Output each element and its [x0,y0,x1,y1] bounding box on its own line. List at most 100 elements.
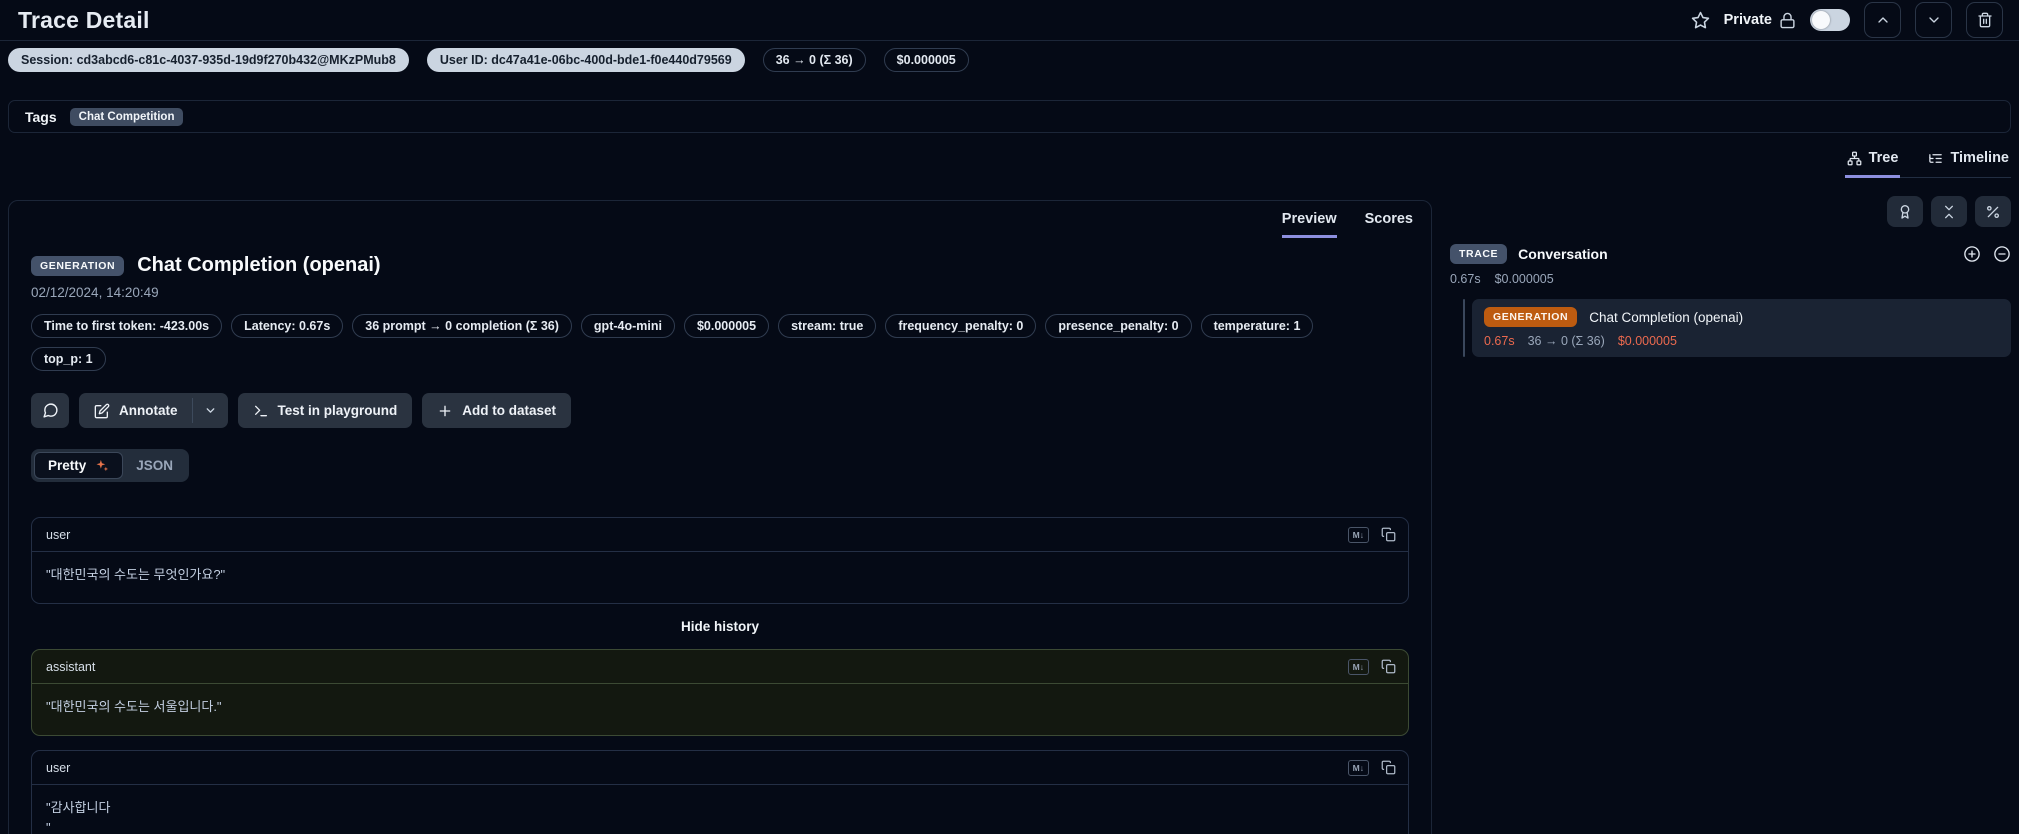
observation-timestamp: 02/12/2024, 14:20:49 [31,285,159,300]
token-usage-badge: 36 → 0 (Σ 36) [762,48,866,72]
privacy-label: Private [1723,12,1772,28]
generation-node-badge: GENERATION [1484,307,1578,327]
add-to-dataset-button[interactable]: Add to dataset [422,393,572,428]
annotate-dropdown-button[interactable] [193,393,228,428]
generation-node-card[interactable]: GENERATION Chat Completion (openai) 0.67… [1472,299,2011,357]
metric-stream: stream: true [778,314,877,338]
sparkles-icon [94,458,109,473]
trash-icon [1977,12,1993,28]
cost-badge: $0.000005 [883,48,969,72]
fold-vertical-icon [1941,204,1957,220]
message-header: user M↓ [32,751,1408,786]
tag-chat-competition[interactable]: Chat Competition [69,107,184,126]
observation-panel: Preview Scores GENERATION Chat Completio… [8,200,1432,834]
trace-meta-row: Session: cd3abcd6-c81c-4037-935d-19d9f27… [8,48,969,72]
message-content: "감사합니다 " [46,800,111,834]
trace-tree-sidebar: TRACE Conversation 0.67s $0.000005 GENER… [1450,196,2011,357]
percent-icon [1985,204,2001,220]
delete-trace-button[interactable] [1966,2,2003,38]
award-icon [1897,204,1913,220]
copy-icon[interactable] [1381,760,1396,775]
session-badge[interactable]: Session: cd3abcd6-c81c-4037-935d-19d9f27… [8,48,409,72]
trace-type-badge: TRACE [1450,244,1508,264]
tree-connector-line [1463,299,1465,357]
message-role: user [46,760,71,775]
plus-icon [437,403,453,419]
message-tools: M↓ [1347,526,1396,543]
tab-preview[interactable]: Preview [1281,211,1337,238]
node-stats-row: 0.67s 36 → 0 (Σ 36) $0.000005 [1484,334,1999,348]
message-role: assistant [46,659,96,674]
copy-icon[interactable] [1381,527,1396,542]
star-icon[interactable] [1691,11,1710,30]
tags-row: Tags Chat Competition [8,100,2011,133]
pretty-view-button[interactable]: Pretty [34,452,124,479]
message-box-user-2: user M↓ "감사합니다 " [31,750,1409,834]
timeline-icon [1928,151,1943,166]
annotate-split-button: Annotate [79,393,228,428]
markdown-toggle-icon[interactable]: M↓ [1347,658,1369,675]
metric-temperature: temperature: 1 [1200,314,1314,338]
comments-button[interactable] [31,393,69,428]
user-id-badge[interactable]: User ID: dc47a41e-06bc-400d-bde1-f0e440d… [426,48,745,72]
chevron-down-icon [204,404,217,417]
collapse-all-icon[interactable] [1993,245,2011,263]
message-role: user [46,527,71,542]
messages-list: user M↓ "대한민국의 수도는 무엇인가요?" Hide history … [31,517,1409,834]
metrics-toggle-button[interactable] [1975,196,2011,227]
toggle-knob [1812,11,1830,29]
annotate-button[interactable]: Annotate [79,393,192,428]
json-view-button[interactable]: JSON [123,453,186,478]
trace-row-tools [1963,245,2011,263]
privacy-toggle[interactable] [1810,9,1850,31]
message-box-assistant: assistant M↓ "대한민국의 수도는 서울입니다." [31,649,1409,737]
collapse-nodes-button[interactable] [1931,196,1967,227]
trace-latency: 0.67s [1450,272,1481,286]
annotate-label: Annotate [119,403,178,418]
terminal-icon [253,403,269,419]
markdown-toggle-icon[interactable]: M↓ [1347,526,1369,543]
tab-tree-label: Tree [1868,150,1899,166]
pretty-label: Pretty [48,458,87,473]
tab-scores[interactable]: Scores [1365,211,1413,238]
copy-icon[interactable] [1381,659,1396,674]
metric-model[interactable]: gpt-4o-mini [580,314,675,338]
tab-tree[interactable]: Tree [1844,146,1901,178]
tree-icon [1847,151,1862,166]
next-trace-button[interactable] [1915,2,1952,38]
metric-badges-row-2: top_p: 1 [31,347,1409,371]
message-header: assistant M↓ [32,650,1408,685]
tab-timeline[interactable]: Timeline [1926,146,2011,178]
metric-frequency-penalty: frequency_penalty: 0 [885,314,1037,338]
annotate-pencil-icon [94,403,110,419]
node-title-row: GENERATION Chat Completion (openai) [1484,307,1999,327]
page-title: Trace Detail [18,6,150,33]
metric-top-p: top_p: 1 [31,347,106,371]
observation-body: GENERATION Chat Completion (openai) 02/1… [9,238,1431,834]
expand-all-icon[interactable] [1963,245,1981,263]
message-content: "대한민국의 수도는 서울입니다." [46,699,222,715]
add-to-dataset-label: Add to dataset [462,403,557,418]
tree-toolbar [1450,196,2011,227]
observation-tabs: Preview Scores [9,201,1431,238]
test-in-playground-button[interactable]: Test in playground [237,393,413,428]
tab-timeline-label: Timeline [1950,150,2009,166]
generation-type-badge: GENERATION [31,255,125,276]
scores-toggle-button[interactable] [1887,196,1923,227]
metric-cost: $0.000005 [683,314,770,338]
node-latency: 0.67s [1484,334,1515,348]
metric-time-to-first-token: Time to first token: -423.00s [31,314,223,338]
trace-cost: $0.000005 [1494,272,1554,286]
previous-trace-button[interactable] [1864,2,1901,38]
observation-actions: Annotate Test in playground Add to datas… [31,393,1409,428]
tree-node-wrap: GENERATION Chat Completion (openai) 0.67… [1450,299,2011,357]
markdown-toggle-icon[interactable]: M↓ [1347,759,1369,776]
metric-latency: Latency: 0.67s [231,314,344,338]
message-tools: M↓ [1347,759,1396,776]
trace-root-row[interactable]: TRACE Conversation [1450,244,2011,264]
view-tabs: Tree Timeline [1844,146,2011,178]
chevron-down-icon [1926,12,1942,28]
observation-title: Chat Completion (openai) [137,254,381,276]
hide-history-button[interactable]: Hide history [31,619,1409,634]
